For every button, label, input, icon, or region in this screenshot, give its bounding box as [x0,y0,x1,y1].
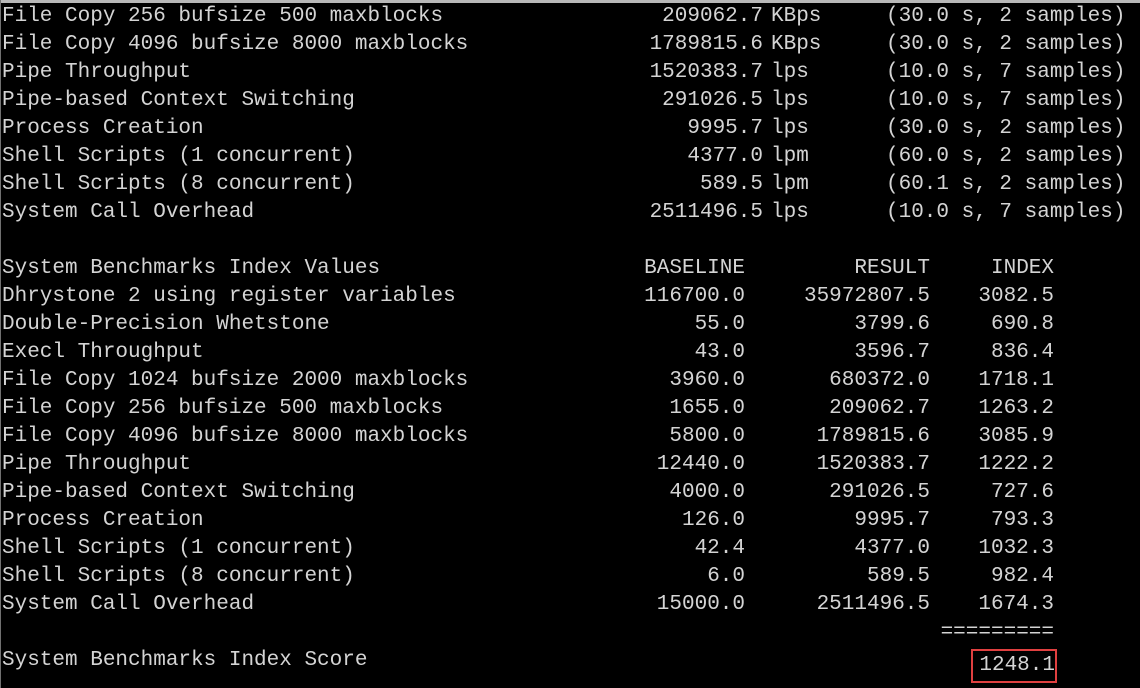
benchmark-unit: lps [771,89,809,112]
index-row-index: 1222.2 [978,453,1054,476]
index-table-row: File Copy 1024 bufsize 2000 maxblocks 39… [1,367,1140,395]
index-row-index: 3085.9 [978,425,1054,448]
window-top-edge [0,0,1140,3]
index-table-row: Execl Throughput 43.0 3596.7 836.4 [1,339,1140,367]
benchmark-samples: (30.0 s, 2 samples) [886,33,1126,56]
index-table-row: System Call Overhead 15000.0 2511496.5 1… [1,591,1140,619]
index-row-index: 1032.3 [978,537,1054,560]
index-table-row: Pipe Throughput 12440.0 1520383.7 1222.2 [1,451,1140,479]
index-table-row: File Copy 256 bufsize 500 maxblocks 1655… [1,395,1140,423]
benchmark-value: 589.5 [699,173,763,196]
index-row-index: 3082.5 [978,285,1054,308]
benchmark-row: Shell Scripts (1 concurrent) 4377.0 lpm … [1,143,1140,171]
score-selection-box[interactable]: 1248.1 [971,649,1057,683]
benchmark-unit: KBps [771,5,822,28]
benchmark-samples: (60.0 s, 2 samples) [886,145,1126,168]
benchmark-value: 209062.7 [662,5,763,28]
score-label: System Benchmarks Index Score [2,649,368,672]
index-row-index: 793.3 [990,509,1054,532]
benchmark-unit: lpm [771,173,809,196]
index-table-row: Shell Scripts (8 concurrent) 6.0 589.5 9… [1,563,1140,591]
benchmark-value: 291026.5 [662,89,763,112]
score-separator: ========= [940,621,1054,644]
index-table-row: Process Creation 126.0 9995.7 793.3 [1,507,1140,535]
benchmark-row: Process Creation 9995.7 lps (30.0 s, 2 s… [1,115,1140,143]
index-table-row: Double-Precision Whetstone 55.0 3799.6 6… [1,311,1140,339]
window-left-edge [0,0,1,688]
benchmark-unit: lpm [771,145,809,168]
benchmark-samples: (60.1 s, 2 samples) [886,173,1126,196]
benchmark-unit: lps [771,117,809,140]
index-table-row: File Copy 4096 bufsize 8000 maxblocks 58… [1,423,1140,451]
index-table-row: Dhrystone 2 using register variables 116… [1,283,1140,311]
benchmark-unit: KBps [771,33,822,56]
index-row-index: 1674.3 [978,593,1054,616]
benchmark-row: File Copy 4096 bufsize 8000 maxblocks 17… [1,31,1140,59]
score-separator-line: ========= [1,619,1140,647]
benchmark-samples: (30.0 s, 2 samples) [886,5,1126,28]
benchmark-value: 1520383.7 [649,61,763,84]
index-row-index: 690.8 [990,313,1054,336]
benchmark-value: 2511496.5 [649,201,763,224]
index-row-index: 982.4 [990,565,1054,588]
benchmark-row: Pipe Throughput 1520383.7 lps (10.0 s, 7… [1,59,1140,87]
index-table-header: System Benchmarks Index Values BASELINE … [1,255,1140,283]
benchmark-unit: lps [771,201,809,224]
index-row-index: 1718.1 [978,369,1054,392]
terminal-window: File Copy 256 bufsize 500 maxblocks 2090… [0,0,1140,688]
benchmark-value: 9995.7 [687,117,763,140]
terminal-screen[interactable]: File Copy 256 bufsize 500 maxblocks 2090… [1,3,1140,688]
index-table-row: Shell Scripts (1 concurrent) 42.4 4377.0… [1,535,1140,563]
score-line: System Benchmarks Index Score 1248.1 [1,647,1140,683]
benchmark-samples: (10.0 s, 7 samples) [886,89,1126,112]
benchmark-row: System Call Overhead 2511496.5 lps (10.0… [1,199,1140,227]
benchmark-samples: (30.0 s, 2 samples) [886,117,1126,140]
index-row-index: 727.6 [990,481,1054,504]
index-row-index: 836.4 [990,341,1054,364]
benchmark-value: 4377.0 [687,145,763,168]
benchmark-row: File Copy 256 bufsize 500 maxblocks 2090… [1,3,1140,31]
column-header-index: INDEX [990,257,1054,280]
benchmark-value: 1789815.6 [649,33,763,56]
benchmark-unit: lps [771,61,809,84]
benchmark-row: Shell Scripts (8 concurrent) 589.5 lpm (… [1,171,1140,199]
benchmark-samples: (10.0 s, 7 samples) [886,61,1126,84]
benchmark-samples: (10.0 s, 7 samples) [886,201,1126,224]
index-row-index: 1263.2 [978,397,1054,420]
index-table-row: Pipe-based Context Switching 4000.0 2910… [1,479,1140,507]
score-value: 1248.1 [979,654,1055,677]
benchmark-row: Pipe-based Context Switching 291026.5 lp… [1,87,1140,115]
